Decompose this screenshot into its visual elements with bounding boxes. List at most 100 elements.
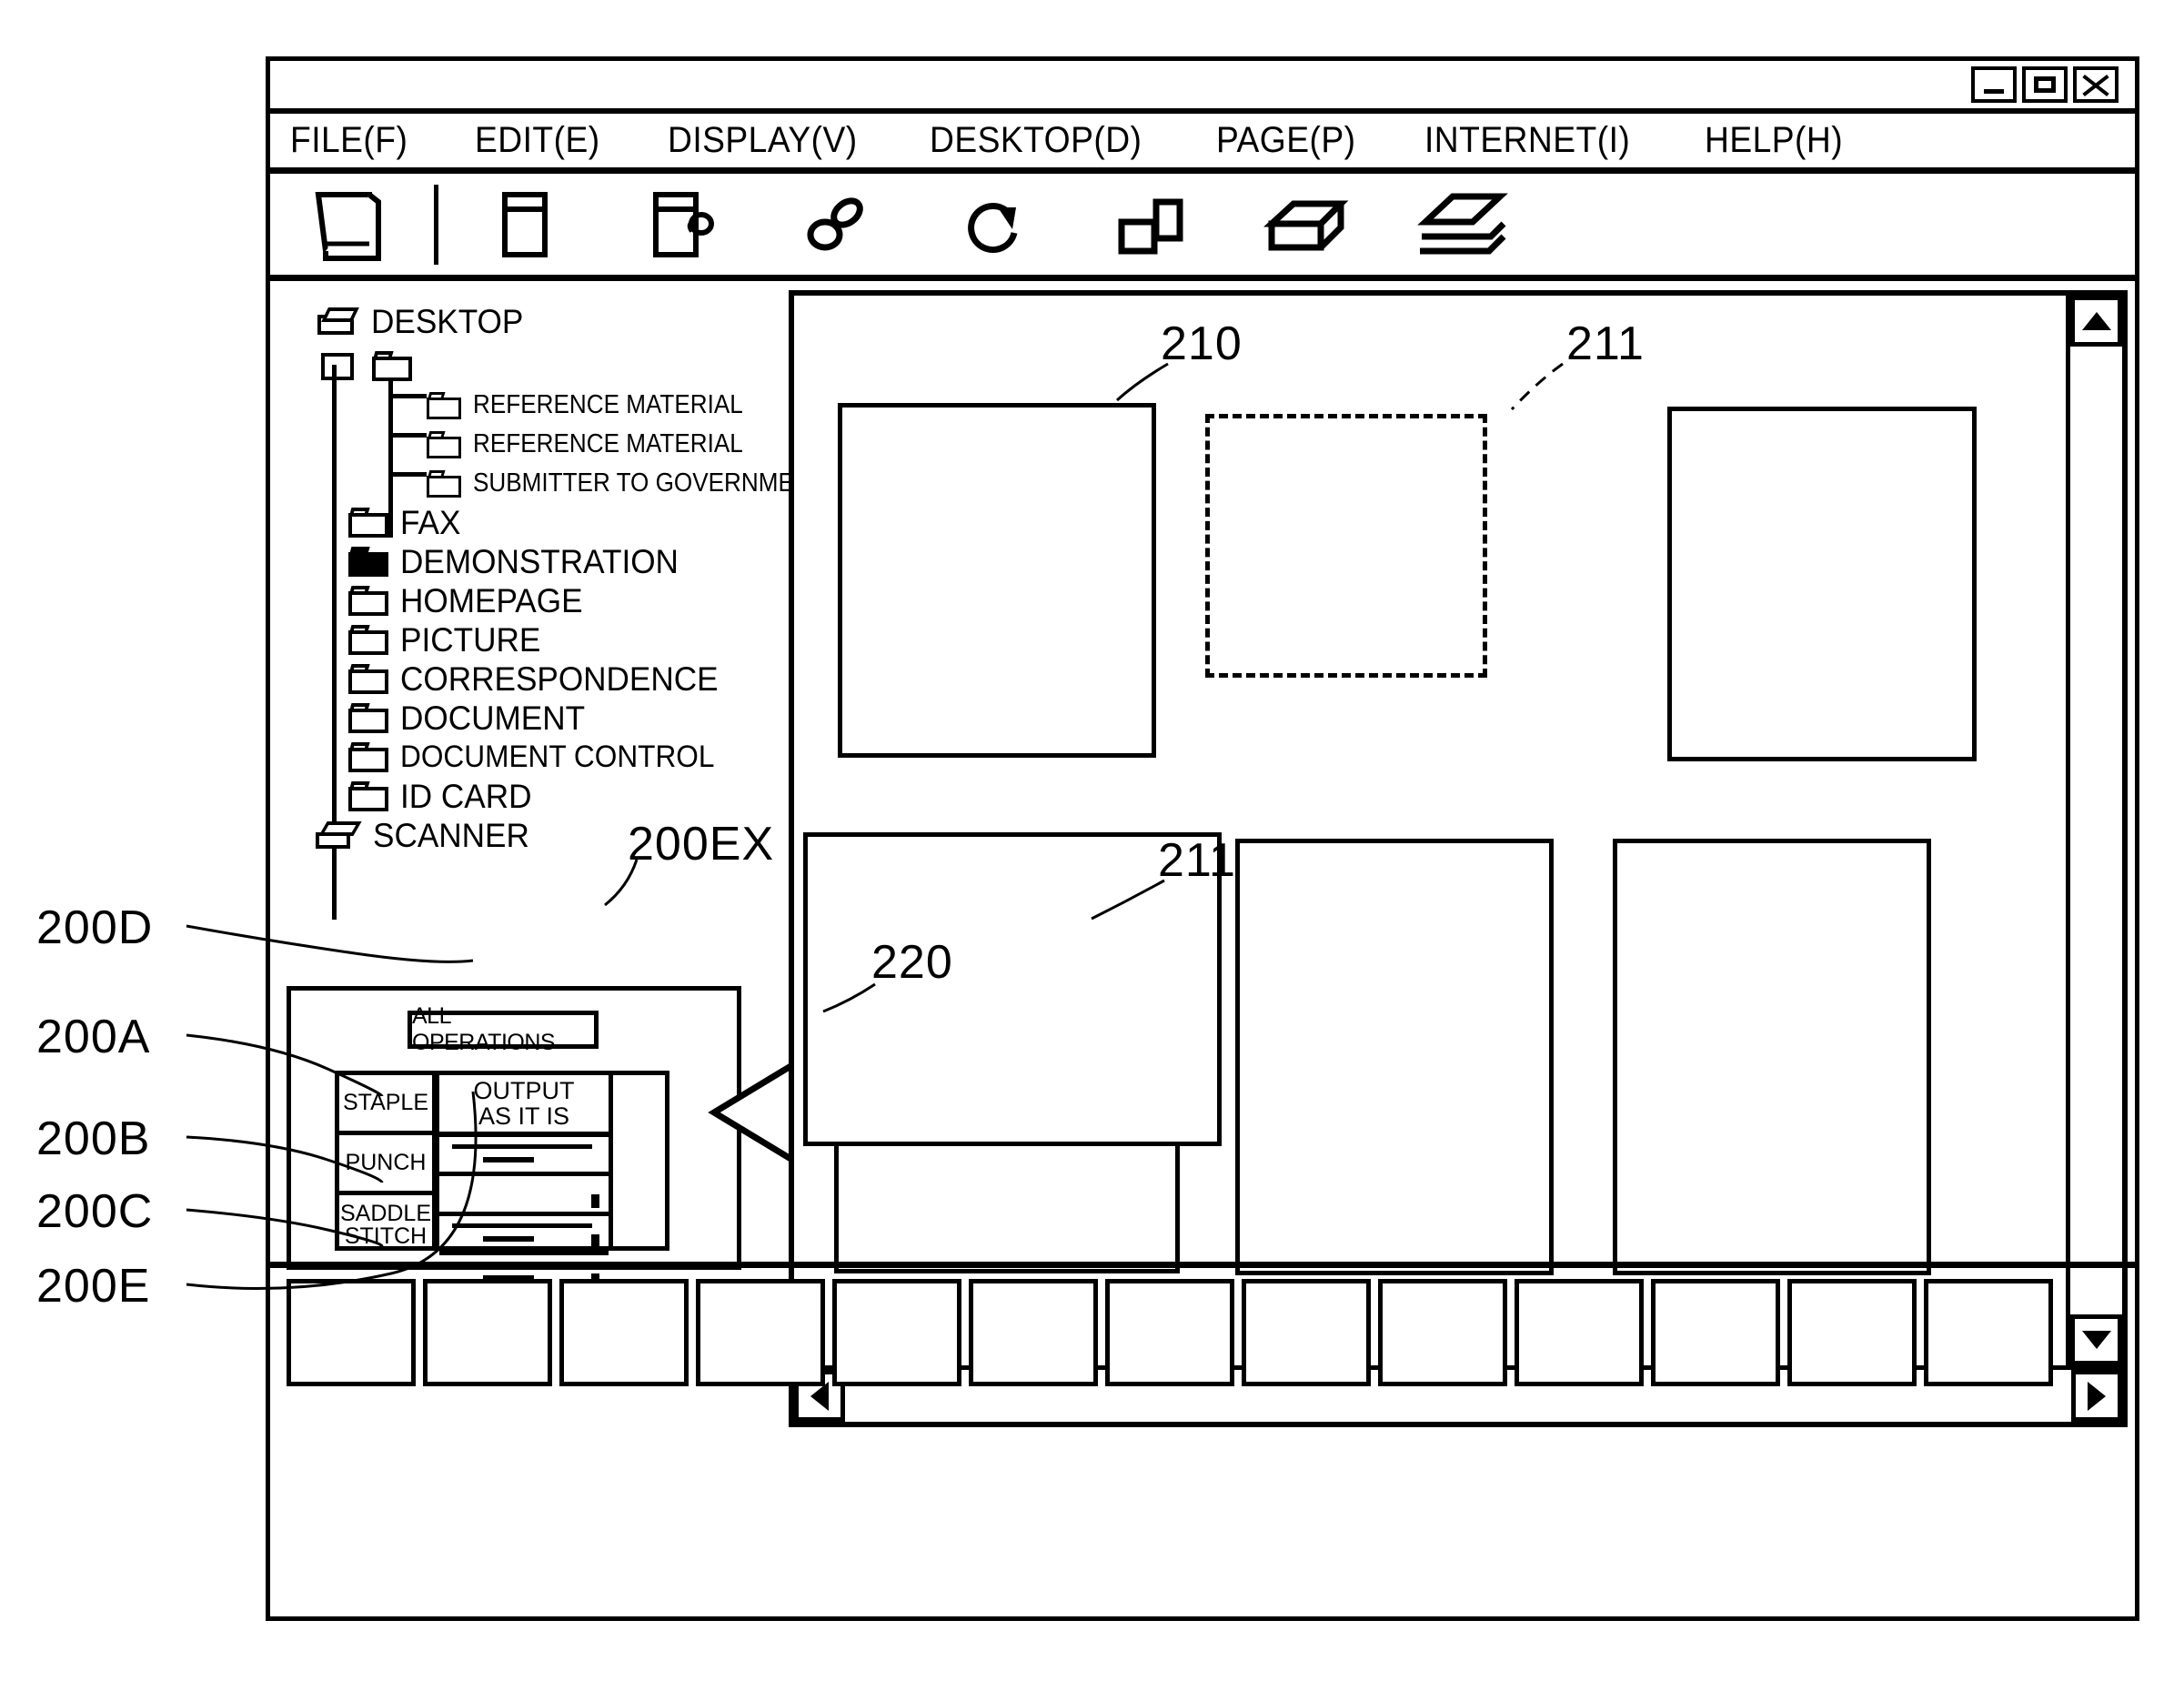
- toolbar-button-page[interactable]: [446, 171, 602, 278]
- close-button[interactable]: [2073, 66, 2119, 103]
- strip-thumbnail[interactable]: [1378, 1279, 1507, 1386]
- toolbar-button-link[interactable]: [759, 171, 915, 278]
- callout-210: 210: [1161, 317, 1243, 370]
- page-thumbnail-strip[interactable]: [270, 1262, 2135, 1616]
- printer-tray-3: [439, 1216, 609, 1255]
- folder-icon: [348, 508, 388, 538]
- tree-connector-branch: [388, 365, 393, 538]
- strip-thumbnail[interactable]: [423, 1279, 552, 1386]
- strip-thumbnail[interactable]: [832, 1279, 961, 1386]
- tree-item-label: DEMONSTRATION: [400, 542, 679, 580]
- operation-saddle-stitch[interactable]: SADDLE STITCH: [339, 1195, 432, 1255]
- tree-item-label: FAX: [400, 503, 461, 541]
- toolbar-button-stack[interactable]: [1384, 171, 1541, 278]
- vertical-scrollbar[interactable]: [2066, 296, 2122, 1365]
- device-panel[interactable]: ALL OPERATIONS STAPLE PUNCH SADDLE STITCH…: [287, 986, 741, 1287]
- document-canvas[interactable]: [789, 290, 2128, 1427]
- toolbar-button-new-document[interactable]: [270, 171, 427, 278]
- page-attach-icon: [653, 191, 714, 257]
- strip-thumbnail[interactable]: [287, 1279, 416, 1386]
- operation-staple[interactable]: STAPLE: [339, 1075, 432, 1135]
- box-3d-icon: [1263, 200, 1349, 250]
- tree-item-label: DOCUMENT CONTROL: [400, 740, 715, 774]
- minimize-button[interactable]: [1971, 66, 2017, 103]
- toolbar-button-page-attach[interactable]: [602, 171, 759, 278]
- operation-punch[interactable]: PUNCH: [339, 1135, 432, 1195]
- folder-icon: [348, 703, 388, 733]
- callout-200EX: 200EX: [628, 818, 775, 871]
- strip-thumbnail[interactable]: [1787, 1279, 1917, 1386]
- tray-line-icon: [452, 1223, 592, 1228]
- tree-item-label: SUBMITTER TO GOVERNMENT: [473, 468, 826, 498]
- tray-indicator-icon: [591, 1194, 599, 1208]
- tray-indicator-icon: [591, 1234, 599, 1248]
- printer-mode-label: OUTPUT AS IT IS: [439, 1075, 609, 1137]
- canvas-content: [794, 296, 2066, 1365]
- page-with-header-icon: [502, 191, 548, 257]
- strip-thumbnail[interactable]: [1924, 1279, 2053, 1386]
- callout-200B: 200B: [36, 1112, 151, 1165]
- strip-thumbnail[interactable]: [1105, 1279, 1234, 1386]
- strip-thumbnail[interactable]: [559, 1279, 689, 1386]
- page-thumbnail[interactable]: [1667, 407, 1977, 761]
- printer-tray-1: [439, 1137, 609, 1176]
- tree-connector-1: [388, 394, 427, 398]
- page-thumbnail-partial[interactable]: [834, 1142, 1180, 1273]
- operations-list: STAPLE PUNCH SADDLE STITCH: [335, 1071, 437, 1251]
- tree-item-label-desktop: DESKTOP: [371, 303, 524, 340]
- toolbar-button-two-pages[interactable]: [1072, 171, 1228, 278]
- callout-200D: 200D: [36, 901, 154, 954]
- minimize-icon: [1984, 89, 2004, 94]
- callout-200E: 200E: [36, 1260, 151, 1313]
- tree-item-label: REFERENCE MATERIAL: [473, 390, 743, 419]
- toolbar: [270, 174, 2135, 281]
- callout-200C: 200C: [36, 1185, 154, 1238]
- maximize-icon: [2034, 76, 2056, 93]
- printer-graphic[interactable]: OUTPUT AS IT IS: [435, 1071, 613, 1287]
- strip-thumbnail[interactable]: [1242, 1279, 1371, 1386]
- book-cover-icon: [315, 191, 381, 261]
- menu-item-page[interactable]: PAGE(P): [1216, 120, 1355, 161]
- all-operations-tab[interactable]: ALL OPERATIONS: [408, 1003, 599, 1055]
- tree-item-label-scanner: SCANNER: [373, 816, 529, 854]
- page-thumbnail[interactable]: [1235, 839, 1554, 1275]
- toolbar-button-box[interactable]: [1228, 171, 1384, 278]
- menu-item-file[interactable]: FILE(F): [290, 120, 408, 161]
- folder-icon: [348, 625, 388, 655]
- page-thumbnail-210[interactable]: [838, 403, 1156, 758]
- strip-thumbnail[interactable]: [1515, 1279, 1644, 1386]
- callout-211-bottom: 211: [1158, 834, 1236, 887]
- menu-item-help[interactable]: HELP(H): [1705, 120, 1843, 161]
- tray-line-icon: [452, 1144, 592, 1149]
- strip-thumbnail[interactable]: [969, 1279, 1098, 1386]
- tree-connector-3: [388, 472, 427, 477]
- callout-220: 220: [871, 936, 953, 989]
- tree-item-label: REFERENCE MATERIAL: [473, 429, 743, 458]
- callout-211-top: 211: [1566, 317, 1645, 370]
- folder-icon: [348, 586, 388, 616]
- scanner-icon: [316, 820, 362, 852]
- strip-thumbnail[interactable]: [696, 1279, 825, 1386]
- menu-item-edit[interactable]: EDIT(E): [475, 120, 600, 161]
- tree-item-label: HOMEPAGE: [400, 581, 583, 619]
- menu-item-internet[interactable]: INTERNET(I): [1424, 120, 1630, 161]
- triangle-up-icon: [2081, 312, 2111, 330]
- two-pages-icon: [1118, 198, 1183, 254]
- page-thumbnail[interactable]: [1613, 839, 1931, 1275]
- title-bar: [270, 61, 2135, 114]
- menu-item-display[interactable]: DISPLAY(V): [668, 120, 858, 161]
- folder-icon: [427, 391, 461, 419]
- page-drop-placeholder-211[interactable]: [1205, 414, 1487, 678]
- tree-item-label: ID CARD: [400, 777, 532, 815]
- strip-thumbnail[interactable]: [1651, 1279, 1780, 1386]
- printer-side-unit: [613, 1071, 669, 1251]
- tray-handle-icon: [483, 1236, 534, 1242]
- tree-item-label: CORRESPONDENCE: [400, 659, 719, 698]
- toolbar-button-rotate[interactable]: [915, 171, 1072, 278]
- maximize-button[interactable]: [2022, 66, 2068, 103]
- folder-icon: [348, 742, 388, 772]
- scroll-up-button[interactable]: [2070, 296, 2122, 347]
- menu-item-desktop[interactable]: DESKTOP(D): [930, 120, 1142, 161]
- toolbar-separator: [434, 184, 438, 265]
- folder-icon: [427, 430, 461, 458]
